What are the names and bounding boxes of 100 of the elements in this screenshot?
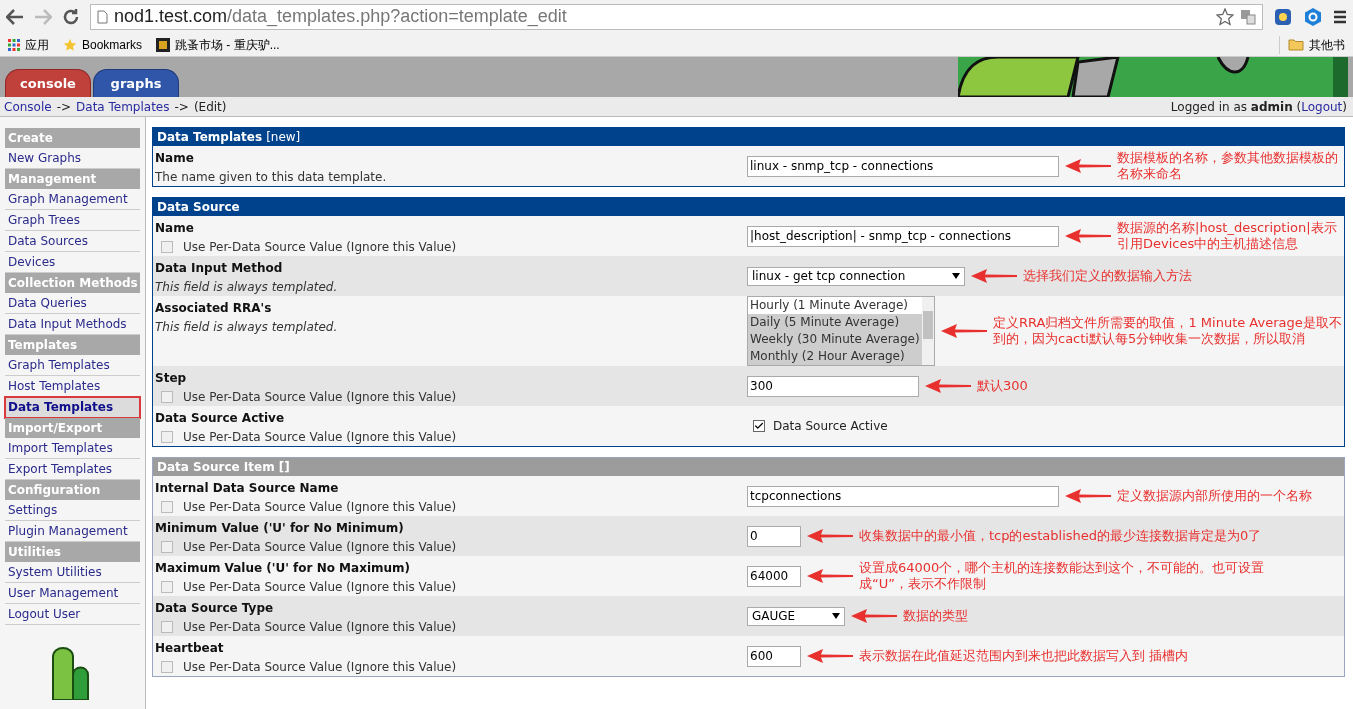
text-field[interactable]: tcpconnections — [747, 485, 1059, 507]
arrow-icon — [941, 324, 987, 338]
caret-icon — [952, 273, 960, 279]
arrow-icon — [1065, 229, 1111, 243]
list-option[interactable]: Daily (5 Minute Average) — [748, 314, 922, 331]
sidebar-item[interactable]: Settings — [5, 500, 140, 521]
breadcrumb-text: -> — [56, 98, 72, 116]
logout-link[interactable]: Logout — [1301, 97, 1343, 116]
checkbox[interactable] — [161, 581, 173, 593]
sidebar-item[interactable]: Graph Management — [5, 189, 140, 210]
breadcrumb-link[interactable]: Data Templates — [76, 97, 170, 116]
panel-title: Data Templates — [157, 129, 263, 146]
arrow-icon — [807, 569, 853, 583]
sidebar-item[interactable]: Logout User — [5, 604, 140, 625]
panel-subtitle: [new] — [266, 129, 301, 146]
caret-icon — [832, 613, 840, 619]
field-description: This field is always templated. — [155, 279, 339, 296]
checkbox-label: Use Per-Data Source Value (Ignore this Value) — [183, 389, 457, 406]
field-description: The name given to this data template. — [155, 169, 388, 186]
list-option[interactable]: Monthly (2 Hour Average) — [748, 348, 922, 365]
checkbox[interactable] — [161, 661, 173, 673]
list-box[interactable]: Hourly (1 Minute Average) Daily (5 Minute Average) Weekly (30 Minute Average) Monthly (2 Hour Average) — [747, 296, 935, 366]
annotation: 表示数据在此值延迟范围内到来也把此数据写入到 插槽内 — [859, 648, 1189, 664]
checkbox[interactable] — [161, 541, 173, 553]
extension-icon[interactable] — [1273, 6, 1293, 27]
bookmark-link[interactable]: 应用 — [8, 35, 49, 54]
login-status: ) — [1342, 98, 1347, 116]
folder-icon — [1288, 38, 1304, 51]
checkbox-label: Use Per-Data Source Value (Ignore this Value) — [183, 429, 457, 446]
checkbox[interactable] — [753, 420, 765, 432]
checkbox[interactable] — [161, 501, 173, 513]
sidebar-section-title: Templates — [5, 335, 140, 355]
text-field[interactable]: 600 — [747, 645, 801, 667]
sidebar-item[interactable]: Data Templates — [5, 397, 140, 418]
field-label: Data Source Active — [155, 410, 286, 427]
checkbox-label: Use Per-Data Source Value (Ignore this Value) — [183, 239, 457, 256]
arrow-icon — [851, 609, 897, 623]
nav-tab[interactable]: console — [5, 69, 91, 97]
breadcrumb-text: (Edit) — [193, 98, 227, 116]
sidebar-item[interactable]: Import Templates — [5, 438, 140, 459]
text-field[interactable]: 0 — [747, 525, 801, 547]
field-label: Data Input Method — [155, 260, 284, 277]
select-field[interactable]: linux - get tcp connection — [747, 266, 965, 286]
sidebar-section-title: Create — [5, 128, 140, 148]
annotation: 默认300 — [977, 378, 1028, 394]
checkbox[interactable] — [161, 431, 173, 443]
breadcrumb-link[interactable]: Console — [4, 97, 52, 116]
checkbox[interactable] — [161, 391, 173, 403]
checkbox[interactable] — [161, 241, 173, 253]
text-field[interactable]: 64000 — [747, 565, 801, 587]
text-field[interactable]: linux - snmp_tcp - connections — [747, 155, 1059, 177]
bookmark-link[interactable]: Bookmarks — [63, 35, 143, 54]
sidebar-section-title: Management — [5, 169, 140, 189]
list-option[interactable]: Weekly (30 Minute Average) — [748, 331, 922, 348]
sidebar-item[interactable]: Graph Trees — [5, 210, 140, 231]
sidebar-item[interactable]: System Utilities — [5, 562, 140, 583]
star-icon — [63, 37, 77, 52]
nav-tab[interactable]: graphs — [93, 69, 179, 97]
field-label: Data Source Type — [155, 600, 275, 617]
annotation: 收集数据中的最小值，tcp的established的最少连接数据肯定是为0了 — [859, 528, 1262, 544]
bookmark-link[interactable]: 跳蚤市场 - 重庆驴... — [156, 35, 280, 54]
forward-icon[interactable] — [34, 8, 52, 25]
annotation: 数据源的名称|host_description|表示引用Devices中的主机描述信息 — [1117, 220, 1338, 252]
address-bar[interactable]: nod1.test.com/data_templates.php?action=template_edit — [90, 3, 1263, 30]
bookmark-folder[interactable]: 其他书 — [1279, 35, 1345, 54]
checkbox-label: Use Per-Data Source Value (Ignore this Value) — [183, 539, 457, 556]
back-icon[interactable] — [6, 8, 24, 25]
sidebar-section-title: Configuration — [5, 480, 140, 500]
extension-icon[interactable] — [1303, 6, 1323, 27]
apps-grid-icon — [8, 38, 20, 51]
field-description: This field is always templated. — [155, 319, 339, 336]
sidebar-item[interactable]: Data Sources — [5, 231, 140, 252]
checkbox-label: Data Source Active — [773, 418, 888, 435]
login-status: Logged in as admin ( — [1170, 98, 1302, 116]
star-icon[interactable] — [1216, 7, 1234, 26]
site-icon — [156, 37, 171, 52]
arrow-icon — [971, 269, 1017, 283]
checkbox-label: Use Per-Data Source Value (Ignore this Value) — [183, 499, 457, 516]
select-field[interactable]: GAUGE — [747, 606, 845, 626]
menu-icon[interactable] — [1333, 8, 1347, 25]
sidebar-section-title: Import/Export — [5, 418, 140, 438]
url-text: nod1.test.com/data_templates.php?action=template_edit — [114, 5, 567, 29]
annotation: 定义数据源内部所使用的一个名称 — [1117, 488, 1312, 504]
checkbox-label: Use Per-Data Source Value (Ignore this Value) — [183, 579, 457, 596]
annotation: 设置成64000个，哪个主机的连接数能达到这个，不可能的。也可设置成“U”，表示不作限制 — [859, 560, 1266, 592]
sidebar-item[interactable]: Data Queries — [5, 293, 140, 314]
annotation: 选择我们定义的数据输入方法 — [1023, 268, 1192, 284]
checkbox[interactable] — [161, 621, 173, 633]
arrow-icon — [1065, 159, 1111, 173]
field-label: Internal Data Source Name — [155, 480, 340, 497]
field-label: Associated RRA's — [155, 300, 273, 317]
arrow-icon — [925, 379, 971, 393]
sidebar-item[interactable]: User Management — [5, 583, 140, 604]
reload-icon[interactable] — [62, 7, 80, 26]
panel-title: Data Source Item [] — [157, 459, 290, 476]
text-field[interactable]: 300 — [747, 375, 919, 397]
sidebar-item[interactable]: Graph Templates — [5, 355, 140, 376]
text-field[interactable]: |host_description| - snmp_tcp - connections — [747, 225, 1059, 247]
checkbox-label: Use Per-Data Source Value (Ignore this Value) — [183, 659, 457, 676]
field-label: Name — [155, 220, 195, 237]
